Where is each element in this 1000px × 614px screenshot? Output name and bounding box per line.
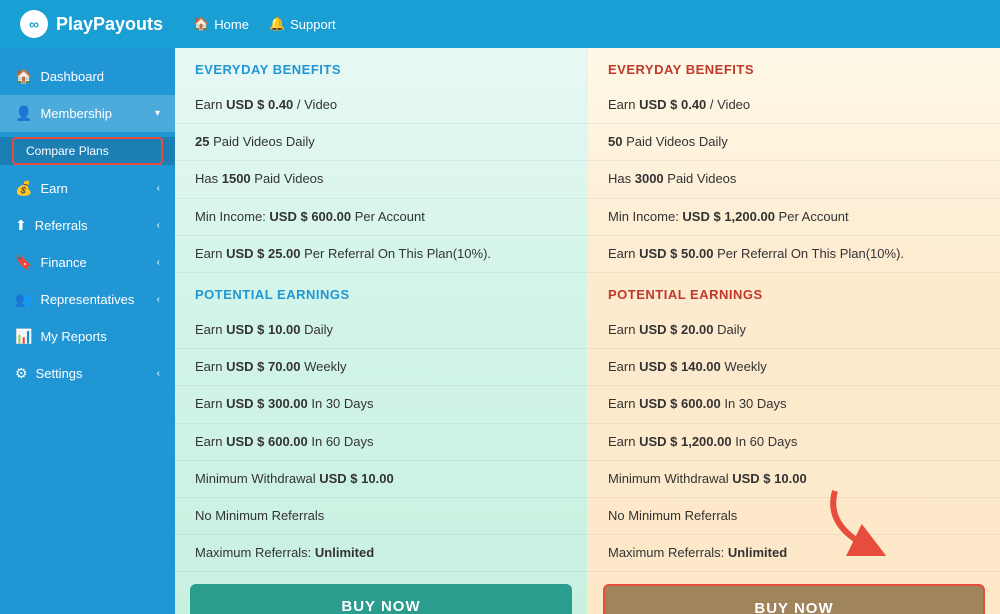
logo-text: PlayPayouts — [56, 14, 163, 35]
membership-icon: 👤 — [15, 105, 32, 122]
left-everyday-header: EVERYDAY BENEFITS — [175, 48, 587, 87]
chevron-icon: ‹ — [157, 220, 160, 231]
chevron-icon: ‹ — [157, 368, 160, 379]
home-link[interactable]: 🏠 Home — [193, 16, 249, 32]
benefit-row: Earn USD $ 1,200.00 In 60 Days — [588, 424, 1000, 461]
left-potential-header: POTENTIAL EARNINGS — [175, 273, 587, 312]
earn-icon: 💰 — [15, 180, 32, 197]
sidebar-item-representatives[interactable]: 👥 Representatives ‹ — [0, 281, 175, 318]
benefit-row: No Minimum Referrals — [175, 498, 587, 535]
benefit-row: Has 3000 Paid Videos — [588, 161, 1000, 198]
finance-icon: 🔖 — [15, 254, 32, 271]
sidebar-item-referrals[interactable]: ⬆ Referrals ‹ — [0, 207, 175, 244]
sidebar-item-finance[interactable]: 🔖 Finance ‹ — [0, 244, 175, 281]
support-link[interactable]: 🔔 Support — [269, 16, 336, 32]
reports-icon: 📊 — [15, 328, 32, 345]
sidebar-item-label: My Reports — [40, 329, 160, 344]
settings-icon: ⚙ — [15, 365, 28, 382]
sidebar-item-my-reports[interactable]: 📊 My Reports — [0, 318, 175, 355]
left-plan: EVERYDAY BENEFITS Earn USD $ 0.40 / Vide… — [175, 48, 588, 614]
benefit-row: Earn USD $ 600.00 In 60 Days — [175, 424, 587, 461]
benefit-row: Min Income: USD $ 1,200.00 Per Account — [588, 199, 1000, 236]
benefit-row: Earn USD $ 300.00 In 30 Days — [175, 386, 587, 423]
sidebar-item-membership[interactable]: 👤 Membership ▾ — [0, 95, 175, 132]
main-content: EVERYDAY BENEFITS Earn USD $ 0.40 / Vide… — [175, 48, 1000, 614]
sidebar-item-settings[interactable]: ⚙ Settings ‹ — [0, 355, 175, 392]
compare-plans-button[interactable]: Compare Plans — [12, 137, 163, 165]
benefit-row: Earn USD $ 10.00 Daily — [175, 312, 587, 349]
sidebar: 🏠 Dashboard 👤 Membership ▾ Compare Plans… — [0, 48, 175, 614]
sidebar-item-label: Settings — [36, 366, 149, 381]
app-header: ∞ PlayPayouts 🏠 Home 🔔 Support — [0, 0, 1000, 48]
right-everyday-header: EVERYDAY BENEFITS — [588, 48, 1000, 87]
sidebar-item-label: Representatives — [40, 292, 148, 307]
benefit-row: Earn USD $ 0.40 / Video — [588, 87, 1000, 124]
sidebar-item-label: Finance — [40, 255, 148, 270]
benefit-row: Earn USD $ 70.00 Weekly — [175, 349, 587, 386]
benefit-row: No Minimum Referrals — [588, 498, 1000, 535]
sidebar-item-dashboard[interactable]: 🏠 Dashboard — [0, 58, 175, 95]
header-nav: 🏠 Home 🔔 Support — [193, 16, 336, 32]
chevron-icon: ‹ — [157, 294, 160, 305]
benefit-row: Minimum Withdrawal USD $ 10.00 — [588, 461, 1000, 498]
benefit-row: Earn USD $ 20.00 Daily — [588, 312, 1000, 349]
benefit-row: Earn USD $ 25.00 Per Referral On This Pl… — [175, 236, 587, 273]
chevron-icon: ‹ — [157, 183, 160, 194]
logo: ∞ PlayPayouts — [20, 10, 163, 38]
plans-container: EVERYDAY BENEFITS Earn USD $ 0.40 / Vide… — [175, 48, 1000, 614]
benefit-row: Earn USD $ 140.00 Weekly — [588, 349, 1000, 386]
representatives-icon: 👥 — [15, 291, 32, 308]
benefit-row: Min Income: USD $ 600.00 Per Account — [175, 199, 587, 236]
logo-icon: ∞ — [20, 10, 48, 38]
benefit-row: Minimum Withdrawal USD $ 10.00 — [175, 461, 587, 498]
sidebar-item-label: Earn — [40, 181, 148, 196]
benefit-row: Maximum Referrals: Unlimited — [588, 535, 1000, 572]
sidebar-item-label: Referrals — [35, 218, 149, 233]
dashboard-icon: 🏠 — [15, 68, 32, 85]
referrals-icon: ⬆ — [15, 217, 27, 234]
sidebar-item-label: Dashboard — [40, 69, 160, 84]
benefit-row: 50 Paid Videos Daily — [588, 124, 1000, 161]
benefit-row: Maximum Referrals: Unlimited — [175, 535, 587, 572]
right-potential-header: POTENTIAL EARNINGS — [588, 273, 1000, 312]
benefit-row: Earn USD $ 600.00 In 30 Days — [588, 386, 1000, 423]
right-buy-now-button[interactable]: BUY NOW — [603, 584, 985, 614]
benefit-row: Earn USD $ 50.00 Per Referral On This Pl… — [588, 236, 1000, 273]
chevron-icon: ‹ — [157, 257, 160, 268]
membership-submenu: Compare Plans — [0, 137, 175, 165]
main-layout: 🏠 Dashboard 👤 Membership ▾ Compare Plans… — [0, 48, 1000, 614]
benefit-row: Earn USD $ 0.40 / Video — [175, 87, 587, 124]
sidebar-item-label: Membership — [40, 106, 147, 121]
sidebar-item-earn[interactable]: 💰 Earn ‹ — [0, 170, 175, 207]
chevron-icon: ▾ — [155, 108, 160, 119]
right-plan: EVERYDAY BENEFITS Earn USD $ 0.40 / Vide… — [588, 48, 1000, 614]
benefit-row: 25 Paid Videos Daily — [175, 124, 587, 161]
benefit-row: Has 1500 Paid Videos — [175, 161, 587, 198]
left-buy-now-button[interactable]: BUY NOW — [190, 584, 572, 614]
